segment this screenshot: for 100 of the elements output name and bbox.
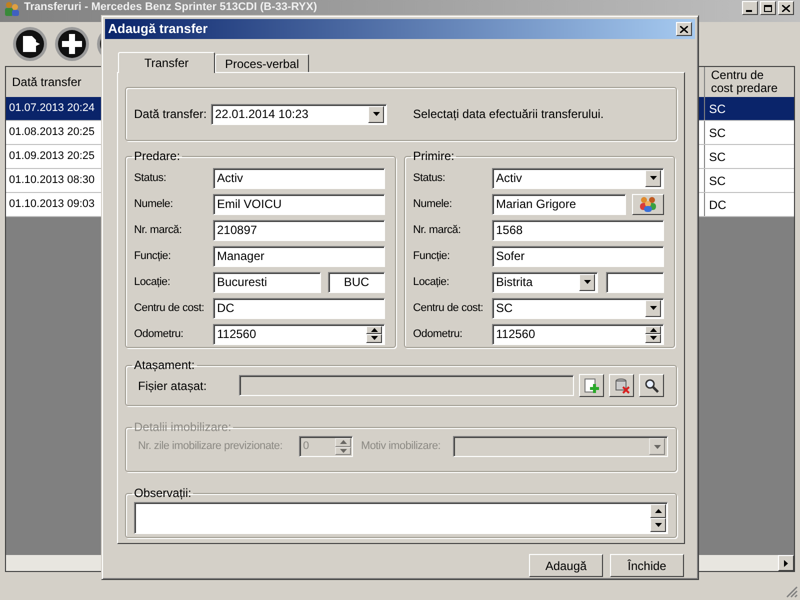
field-label: Odometru: (413, 326, 464, 342)
table-cell-text: 01.08.2013 20:25 (8, 125, 96, 140)
field-label: Status: (413, 170, 446, 186)
table-cell-text: 01.09.2013 20:25 (8, 149, 96, 164)
scroll-right-button[interactable] (778, 555, 794, 571)
add-file-button[interactable] (579, 374, 604, 397)
dropdown-arrow-icon (650, 306, 656, 310)
people-icon (639, 196, 657, 212)
dialog-title: Adaugă transfer (108, 20, 209, 38)
table-cell: SC (704, 97, 794, 120)
dropdown-field[interactable]: SC (492, 298, 664, 318)
close-button[interactable] (778, 1, 794, 15)
input-field[interactable]: Marian Grigore (492, 194, 626, 214)
field-label: Locație: (134, 274, 172, 290)
dropdown-field[interactable]: Activ (492, 168, 664, 188)
file-path-field[interactable] (239, 375, 574, 396)
input-field[interactable]: Manager (213, 246, 385, 266)
close-button[interactable] (676, 22, 692, 36)
down-arrow-icon (654, 523, 662, 527)
dialog-button[interactable]: Adaugă (529, 554, 603, 577)
minimize-button[interactable] (742, 1, 758, 15)
people-lookup-button[interactable] (632, 194, 664, 214)
table-cell: SC (704, 121, 794, 144)
table-cell: SC (704, 169, 794, 192)
field-label: Funcție: (413, 248, 451, 264)
up-arrow-icon (654, 509, 662, 513)
spin-buttons[interactable] (645, 326, 661, 342)
down-arrow-icon (370, 336, 378, 340)
field-label: Status: (134, 170, 168, 186)
field-label: Nr. zile imobilizare previzionate: (137, 439, 284, 454)
search-icon (644, 378, 660, 394)
database-delete-icon (614, 378, 630, 394)
table-cell-text: 01.10.2013 08:30 (8, 173, 96, 188)
spin-buttons[interactable] (366, 326, 382, 342)
dropdown-button[interactable] (579, 274, 595, 290)
maximize-button[interactable] (760, 1, 776, 15)
notes-field[interactable] (134, 502, 668, 534)
group-title: Primire: (412, 148, 456, 165)
group-title: Observații: (133, 485, 192, 502)
dropdown-button[interactable] (368, 106, 384, 122)
close-icon (680, 26, 688, 32)
field-label: Centru de cost: (134, 300, 206, 316)
input-field[interactable]: Bucuresti (213, 272, 321, 292)
spin-field: 0 (299, 436, 353, 457)
people-icon (4, 1, 20, 17)
field-label: Numele: (413, 196, 453, 212)
hint-text: Selectați data efectuării transferului. (413, 106, 604, 123)
right-arrow-icon (784, 560, 788, 566)
add-icon[interactable] (54, 26, 90, 62)
field-label: Numele: (134, 196, 174, 212)
input-field[interactable] (606, 272, 664, 292)
search-button[interactable] (639, 374, 664, 397)
table-cell-text: 01.07.2013 20:24 (8, 101, 96, 116)
input-field[interactable]: 210897 (213, 220, 385, 240)
table-cell-text: 01.10.2013 09:03 (8, 197, 96, 212)
dropdown-arrow-icon (584, 280, 590, 284)
table-cell: SC (704, 145, 794, 168)
field-label: Dată transfer: (134, 106, 208, 123)
input-field[interactable]: Activ (213, 168, 385, 188)
resize-grip-icon[interactable] (786, 586, 798, 598)
dropdown-button[interactable] (645, 300, 661, 316)
down-arrow-icon (650, 336, 656, 340)
up-arrow-icon (370, 328, 378, 332)
group-title: Atașament: (133, 357, 196, 374)
date-picker[interactable]: 22.01.2014 10:23 (211, 104, 387, 124)
dialog-button[interactable]: Închide (610, 554, 684, 577)
input-field[interactable]: 1568 (492, 220, 664, 240)
window-title: Transferuri - Mercedes Benz Sprinter 513CDI (B-33-RYX) (24, 1, 318, 14)
field-label: Odometru: (134, 326, 184, 342)
group-title: Predare: (133, 148, 182, 165)
maximize-icon (764, 4, 772, 12)
dropdown-field[interactable]: Bistrita (492, 272, 598, 292)
dropdown-arrow-icon (372, 112, 380, 116)
field-label: Centru de cost: (413, 300, 484, 316)
input-field[interactable]: DC (213, 298, 385, 318)
down-arrow-icon (340, 448, 346, 453)
input-field[interactable]: Sofer (492, 246, 664, 266)
exit-icon[interactable] (12, 26, 48, 62)
dropdown-field[interactable]: 112560 (492, 324, 664, 344)
field-label: Motiv imobilizare: (361, 439, 442, 454)
dropdown-arrow-icon (650, 176, 656, 180)
dropdown-arrow-icon (654, 444, 660, 448)
tab[interactable]: Proces-verbal (215, 54, 309, 72)
input-field[interactable]: Emil VOICU (213, 194, 385, 214)
tab[interactable]: Transfer (118, 52, 215, 73)
group-title: Detalii imobilizare: (133, 419, 232, 436)
file-add-icon (584, 378, 600, 394)
code-field[interactable]: BUC (328, 272, 385, 292)
field-label: Funcție: (134, 248, 172, 264)
up-arrow-icon (340, 440, 346, 444)
dropdown-field[interactable]: 112560 (213, 324, 385, 344)
up-arrow-icon (650, 328, 656, 332)
table-cell: DC (704, 193, 794, 216)
field-label: Locație: (413, 274, 450, 290)
dropdown-button[interactable] (645, 170, 661, 186)
field-label: Nr. marcă: (413, 222, 462, 238)
remove-file-button[interactable] (609, 374, 634, 397)
field-label: Fișier atașat: (137, 378, 208, 394)
close-icon (782, 4, 790, 12)
field-label: Nr. marcă: (134, 222, 183, 238)
